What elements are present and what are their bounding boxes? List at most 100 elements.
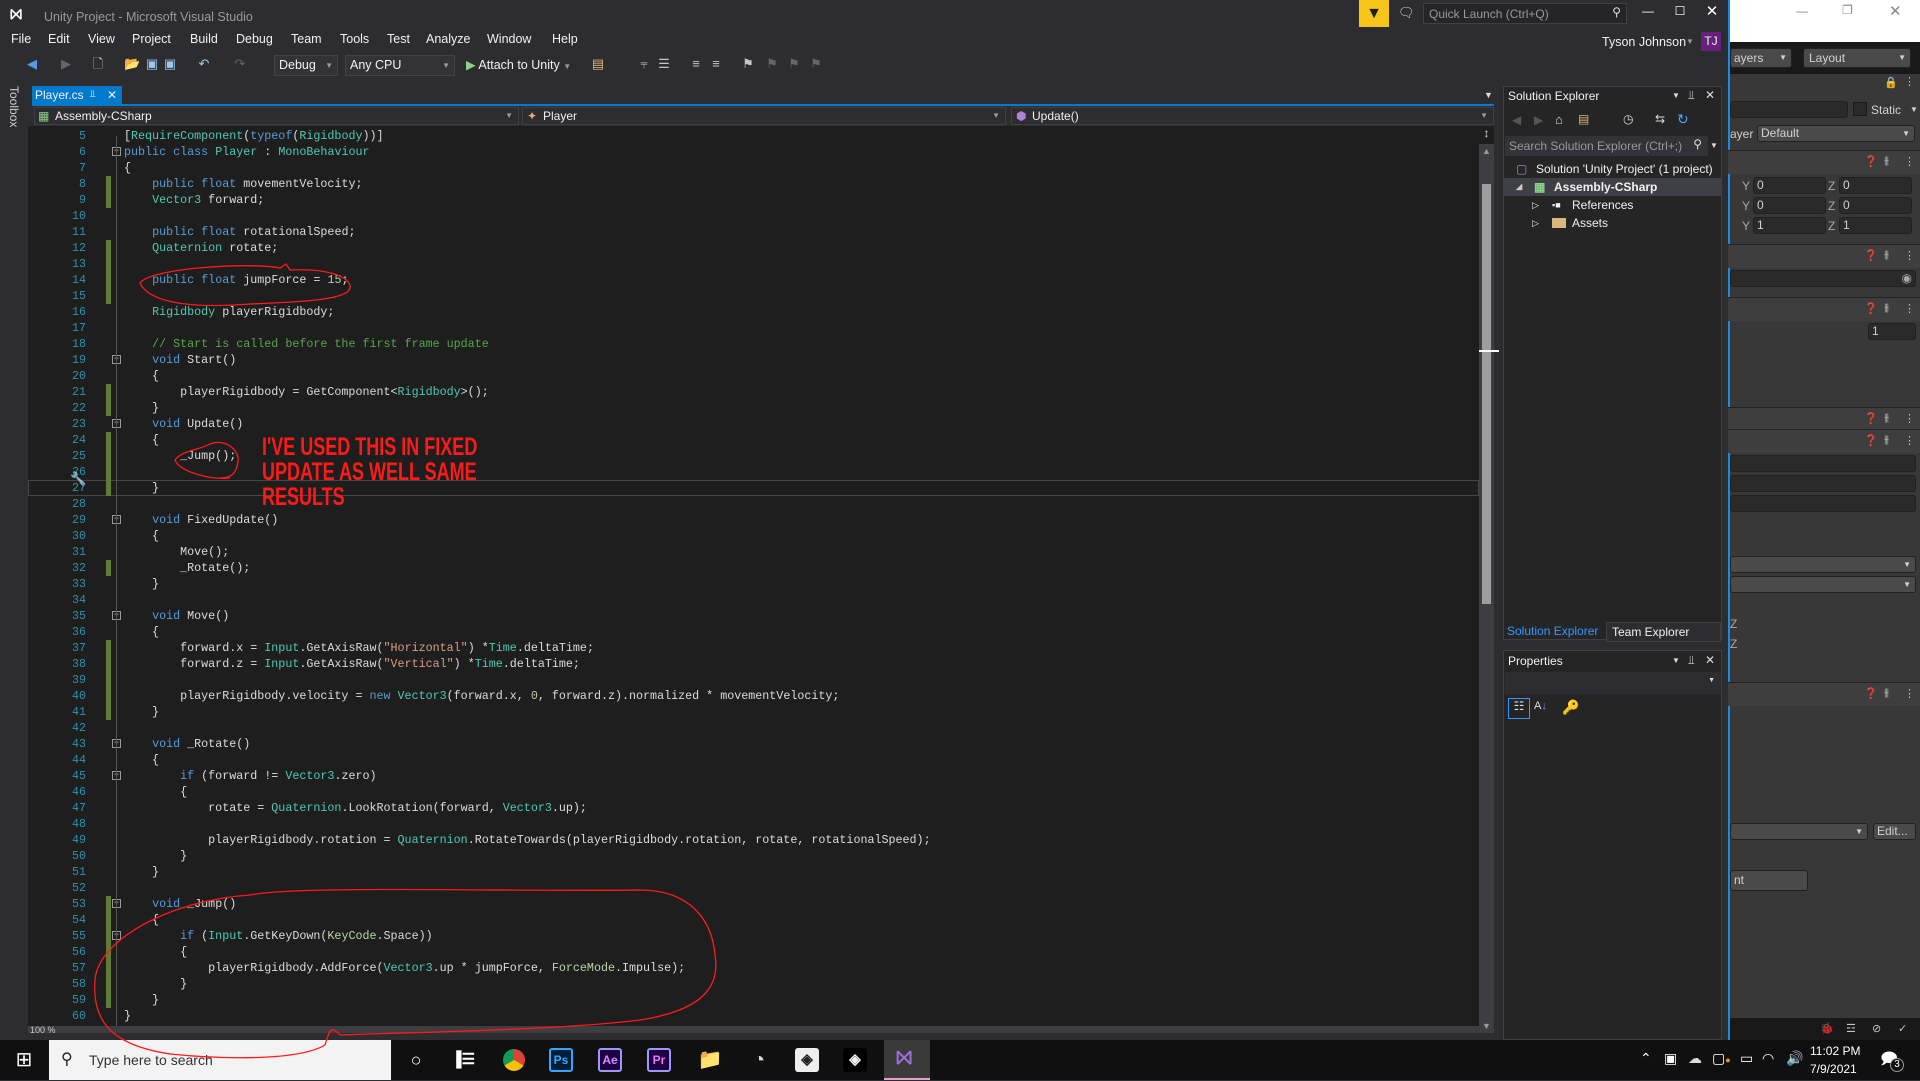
step-into-icon[interactable]: ⫧ xyxy=(636,56,652,72)
se-forward-icon[interactable]: ▶ xyxy=(1534,113,1543,127)
code-line[interactable]: 12 Quaternion rotate; xyxy=(28,240,1479,256)
avatar[interactable]: TJ xyxy=(1701,32,1721,51)
code-line[interactable]: 32 _Rotate(); xyxy=(28,560,1479,576)
code-line[interactable]: 56 { xyxy=(28,944,1479,960)
code-line[interactable]: 53− void _Jump() xyxy=(28,896,1479,912)
code-line[interactable]: 37 forward.x = Input.GetAxisRaw("Horizon… xyxy=(28,640,1479,656)
onedrive-icon[interactable]: ☁ xyxy=(1688,1050,1702,1067)
minimize-button[interactable]: — xyxy=(1638,4,1658,18)
code-line[interactable]: 45− if (forward != Vector3.zero) xyxy=(28,768,1479,784)
dropdown-field[interactable]: ▼ xyxy=(1730,556,1916,573)
scroll-thumb[interactable] xyxy=(1482,184,1491,604)
unity-restore-button[interactable]: ❐ xyxy=(1842,3,1853,17)
kebab-menu-icon[interactable]: ⋮ xyxy=(1904,155,1915,168)
kebab-menu-icon[interactable]: ⋮ xyxy=(1904,434,1915,447)
after-effects-icon[interactable]: Ae xyxy=(598,1048,622,1072)
layers-dropdown[interactable]: ayers ▼ xyxy=(1730,48,1792,68)
dropdown-field[interactable]: ▼ xyxy=(1730,823,1868,840)
code-line[interactable]: 6−public class Player : MonoBehaviour xyxy=(28,144,1479,160)
dropdown-field[interactable]: ▼ xyxy=(1730,576,1916,593)
code-line[interactable]: 15 xyxy=(28,288,1479,304)
open-file-icon[interactable]: 📂 xyxy=(124,56,140,72)
code-line[interactable]: 39 xyxy=(28,672,1479,688)
battery-icon[interactable]: ▭ xyxy=(1740,1050,1753,1067)
code-line[interactable]: 7{ xyxy=(28,160,1479,176)
menu-build[interactable]: Build xyxy=(190,32,218,46)
code-line[interactable]: 46 { xyxy=(28,784,1479,800)
component-header[interactable]: ❓ ⫵ ⋮ xyxy=(1728,682,1920,706)
alphabetical-icon[interactable]: A↓ xyxy=(1534,700,1547,712)
zoom-level[interactable]: 100 % xyxy=(30,1025,56,1033)
scroll-down-icon[interactable]: ▼ xyxy=(1482,1021,1491,1031)
volume-icon[interactable]: 🔊 xyxy=(1786,1050,1803,1067)
maximize-button[interactable]: ☐ xyxy=(1670,4,1690,18)
code-line[interactable]: 57 playerRigidbody.AddForce(Vector3.up *… xyxy=(28,960,1479,976)
categorized-icon[interactable]: ☷ xyxy=(1508,698,1530,719)
forward-icon[interactable]: ▶ xyxy=(58,56,74,72)
code-line[interactable]: 55− if (Input.GetKeyDown(KeyCode.Space)) xyxy=(28,928,1479,944)
code-line[interactable]: 58 } xyxy=(28,976,1479,992)
transform-field[interactable]: 0 xyxy=(1839,197,1912,214)
code-line[interactable]: 5 [RequireComponent(typeof(Rigidbody))] xyxy=(28,128,1479,144)
code-line[interactable]: 29− void FixedUpdate() xyxy=(28,512,1479,528)
code-line[interactable]: 11 public float rotationalSpeed; xyxy=(28,224,1479,240)
code-line[interactable]: 42 xyxy=(28,720,1479,736)
save-all-icon[interactable]: ▣ xyxy=(162,56,178,72)
tree-item-solution[interactable]: ▢ Solution 'Unity Project' (1 project) xyxy=(1504,160,1722,178)
help-icon[interactable]: ❓ xyxy=(1864,249,1878,262)
menu-test[interactable]: Test xyxy=(387,32,410,46)
static-label[interactable]: Static xyxy=(1871,103,1901,117)
clock-date[interactable]: 7/9/2021 xyxy=(1810,1062,1857,1076)
toolbox-strip[interactable]: Toolbox xyxy=(0,80,27,1040)
attach-to-unity-button[interactable]: ▶ Attach to Unity ▼ xyxy=(466,56,571,74)
cortana-icon[interactable]: ○ xyxy=(402,1046,430,1074)
code-line[interactable]: 41 } xyxy=(28,704,1479,720)
wifi-icon[interactable]: ◠ xyxy=(1762,1050,1774,1067)
code-line[interactable]: 26 xyxy=(28,464,1479,480)
preset-icon[interactable]: ⫵ xyxy=(1884,687,1889,700)
code-line[interactable]: 40 playerRigidbody.velocity = new Vector… xyxy=(28,688,1479,704)
code-line[interactable]: 48 xyxy=(28,816,1479,832)
bookmark-icon[interactable]: ⚑ xyxy=(740,56,756,72)
show-hidden-icons[interactable]: ⌃ xyxy=(1640,1050,1652,1067)
configuration-dropdown[interactable]: Debug ▼ xyxy=(274,55,338,76)
transform-field[interactable]: 0 xyxy=(1839,177,1912,194)
undo-icon[interactable]: ↶ xyxy=(196,56,212,72)
unity-minimize-button[interactable]: — xyxy=(1796,4,1808,18)
tab-overflow-icon[interactable]: ▼ xyxy=(1484,90,1493,100)
home-icon[interactable]: ⌂ xyxy=(1555,112,1563,127)
clear-bookmarks-icon[interactable]: ⚑ xyxy=(808,56,824,72)
layout-dropdown[interactable]: Layout ▼ xyxy=(1803,48,1911,68)
close-panel-icon[interactable]: ✕ xyxy=(1705,88,1715,102)
menu-tools[interactable]: Tools xyxy=(340,32,369,46)
find-in-files-icon[interactable]: ▤ xyxy=(590,56,606,72)
object-name-field[interactable] xyxy=(1730,101,1848,118)
next-bookmark-icon[interactable]: ⚑ xyxy=(786,56,802,72)
code-line[interactable]: 16 Rigidbody playerRigidbody; xyxy=(28,304,1479,320)
debug-icon[interactable]: 🐞 xyxy=(1820,1022,1834,1035)
preset-icon[interactable]: ⫵ xyxy=(1884,249,1889,262)
cache-icon[interactable]: ☲ xyxy=(1846,1022,1856,1035)
code-line[interactable]: 35− void Move() xyxy=(28,608,1479,624)
meet-now-icon[interactable]: ▣ xyxy=(1664,1050,1677,1067)
quick-launch-input[interactable]: Quick Launch (Ctrl+Q) ⚲ xyxy=(1423,3,1627,24)
code-editor[interactable]: 5 [RequireComponent(typeof(Rigidbody))]6−… xyxy=(28,126,1479,1033)
component-header[interactable]: ❓ ⫵ ⋮ xyxy=(1728,429,1920,453)
text-field[interactable] xyxy=(1730,475,1916,492)
member-nav-dropdown[interactable]: ⬢ Update() ▼ xyxy=(1011,107,1494,125)
redo-icon[interactable]: ↷ xyxy=(232,56,248,72)
edit-button[interactable]: Edit... xyxy=(1873,823,1916,840)
preset-icon[interactable]: ⫵ xyxy=(1884,412,1889,425)
unity-hub-icon[interactable]: ◈ xyxy=(843,1048,867,1072)
solution-search-input[interactable]: Search Solution Explorer (Ctrl+;) ⚲ xyxy=(1505,136,1708,156)
kebab-menu-icon[interactable]: ⋮ xyxy=(1904,75,1915,88)
code-line[interactable]: 38 forward.z = Input.GetAxisRaw("Vertica… xyxy=(28,656,1479,672)
code-line[interactable]: 23− void Update() xyxy=(28,416,1479,432)
refresh-icon[interactable]: ↻ xyxy=(1677,111,1689,128)
text-field[interactable] xyxy=(1730,495,1916,512)
menu-view[interactable]: View xyxy=(88,32,115,46)
code-line[interactable]: 25 _Jump(); xyxy=(28,448,1479,464)
pin-icon[interactable]: ⫫ xyxy=(90,86,96,104)
kebab-menu-icon[interactable]: ⋮ xyxy=(1904,302,1915,315)
se-back-icon[interactable]: ◀ xyxy=(1512,113,1521,127)
